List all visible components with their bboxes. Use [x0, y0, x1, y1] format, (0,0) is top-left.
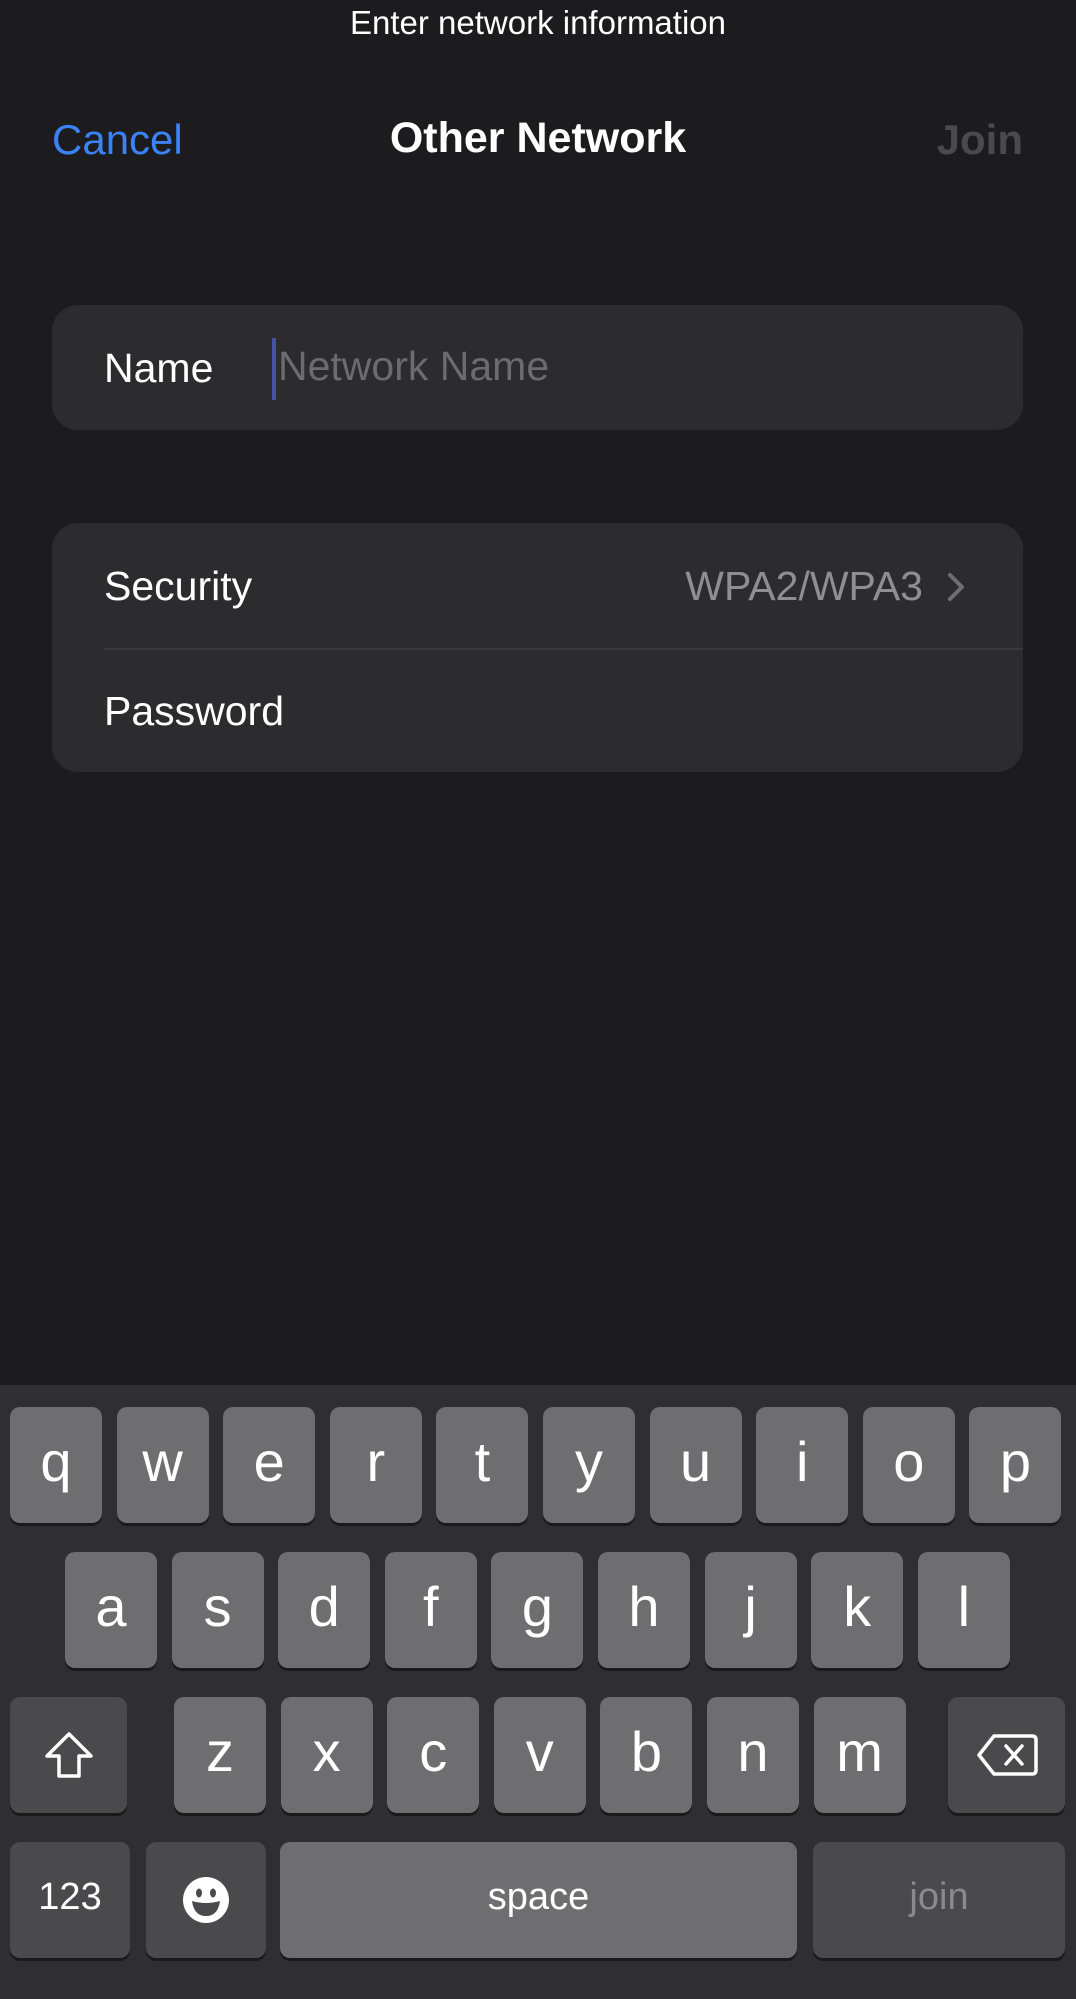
key-g[interactable]: g: [491, 1552, 584, 1668]
key-b[interactable]: b: [600, 1697, 693, 1813]
join-key-label: join: [909, 1876, 969, 1918]
key-u[interactable]: u: [649, 1407, 742, 1523]
numbers-key[interactable]: 123: [10, 1842, 130, 1958]
key-f-label: f: [423, 1575, 439, 1638]
chevron-right-icon: [948, 573, 964, 601]
key-p[interactable]: p: [969, 1407, 1062, 1523]
name-card: Name: [52, 305, 1023, 430]
key-q-label: q: [40, 1430, 72, 1493]
key-c[interactable]: c: [387, 1697, 480, 1813]
key-y[interactable]: y: [543, 1407, 635, 1523]
key-c-label: c: [419, 1720, 448, 1783]
network-name-input[interactable]: [272, 335, 998, 397]
key-p-label: p: [999, 1430, 1031, 1493]
key-w-label: w: [142, 1430, 183, 1493]
key-r-label: r: [366, 1430, 386, 1493]
key-x[interactable]: x: [280, 1697, 373, 1813]
key-j-label: j: [744, 1575, 757, 1638]
name-label: Name: [104, 345, 214, 391]
key-t-label: t: [474, 1430, 491, 1493]
key-s-label: s: [203, 1575, 232, 1638]
key-t[interactable]: t: [436, 1407, 529, 1523]
key-k-label: k: [843, 1575, 872, 1638]
key-n[interactable]: n: [707, 1697, 799, 1813]
key-i[interactable]: i: [756, 1407, 849, 1523]
key-i-label: i: [795, 1430, 809, 1493]
key-m[interactable]: m: [813, 1697, 906, 1813]
security-label: Security: [104, 563, 253, 609]
key-l[interactable]: l: [917, 1552, 1010, 1668]
key-n-label: n: [737, 1720, 769, 1783]
key-v-label: v: [525, 1720, 554, 1783]
on-screen-keyboard: q w e r t y u i o p a s d f g h j k l z x c v b n m 123 space join: [0, 1385, 1076, 1999]
key-m-label: m: [836, 1720, 883, 1783]
password-row[interactable]: Password: [52, 650, 1023, 772]
key-s[interactable]: s: [171, 1552, 264, 1668]
shift-arrow-icon: [44, 1732, 93, 1778]
emoji-key[interactable]: [146, 1842, 266, 1958]
key-h[interactable]: h: [598, 1552, 690, 1668]
key-g-label: g: [521, 1575, 553, 1638]
key-v[interactable]: v: [493, 1697, 586, 1813]
key-r[interactable]: r: [329, 1407, 422, 1523]
key-x-label: x: [312, 1720, 341, 1783]
key-z-label: z: [206, 1720, 234, 1783]
key-k[interactable]: k: [811, 1552, 904, 1668]
key-a-label: a: [95, 1575, 127, 1638]
security-row[interactable]: Security WPA2/WPA3: [52, 523, 1023, 648]
key-z[interactable]: z: [174, 1697, 266, 1813]
shift-key[interactable]: [10, 1697, 127, 1813]
key-b-label: b: [630, 1720, 662, 1783]
key-a[interactable]: a: [65, 1552, 157, 1668]
key-o[interactable]: o: [862, 1407, 955, 1523]
key-e[interactable]: e: [223, 1407, 316, 1523]
key-j[interactable]: j: [704, 1552, 797, 1668]
backspace-icon: [976, 1734, 1038, 1776]
join-key[interactable]: join: [813, 1842, 1065, 1958]
key-f[interactable]: f: [384, 1552, 477, 1668]
delete-key[interactable]: [948, 1697, 1065, 1813]
key-o-label: o: [893, 1430, 925, 1493]
key-u-label: u: [680, 1430, 712, 1493]
security-card: Security WPA2/WPA3 Password: [52, 523, 1023, 772]
key-e-label: e: [253, 1430, 285, 1493]
screen-caption: Enter network information: [349, 4, 726, 41]
key-h-label: h: [628, 1575, 660, 1638]
key-d-label: d: [308, 1575, 340, 1638]
space-key-label: space: [487, 1876, 590, 1918]
emoji-smiley-icon: [183, 1877, 229, 1923]
text-caret: [272, 338, 276, 400]
key-y-label: y: [575, 1430, 603, 1493]
key-l-label: l: [957, 1575, 971, 1638]
cancel-button[interactable]: Cancel: [52, 116, 183, 164]
numbers-key-label: 123: [38, 1876, 102, 1918]
key-d[interactable]: d: [278, 1552, 371, 1668]
key-q[interactable]: q: [10, 1407, 102, 1523]
security-value: WPA2/WPA3: [685, 563, 923, 609]
join-button[interactable]: Join: [937, 116, 1023, 164]
space-key[interactable]: space: [280, 1842, 797, 1958]
key-w[interactable]: w: [116, 1407, 209, 1523]
password-label: Password: [104, 688, 285, 734]
